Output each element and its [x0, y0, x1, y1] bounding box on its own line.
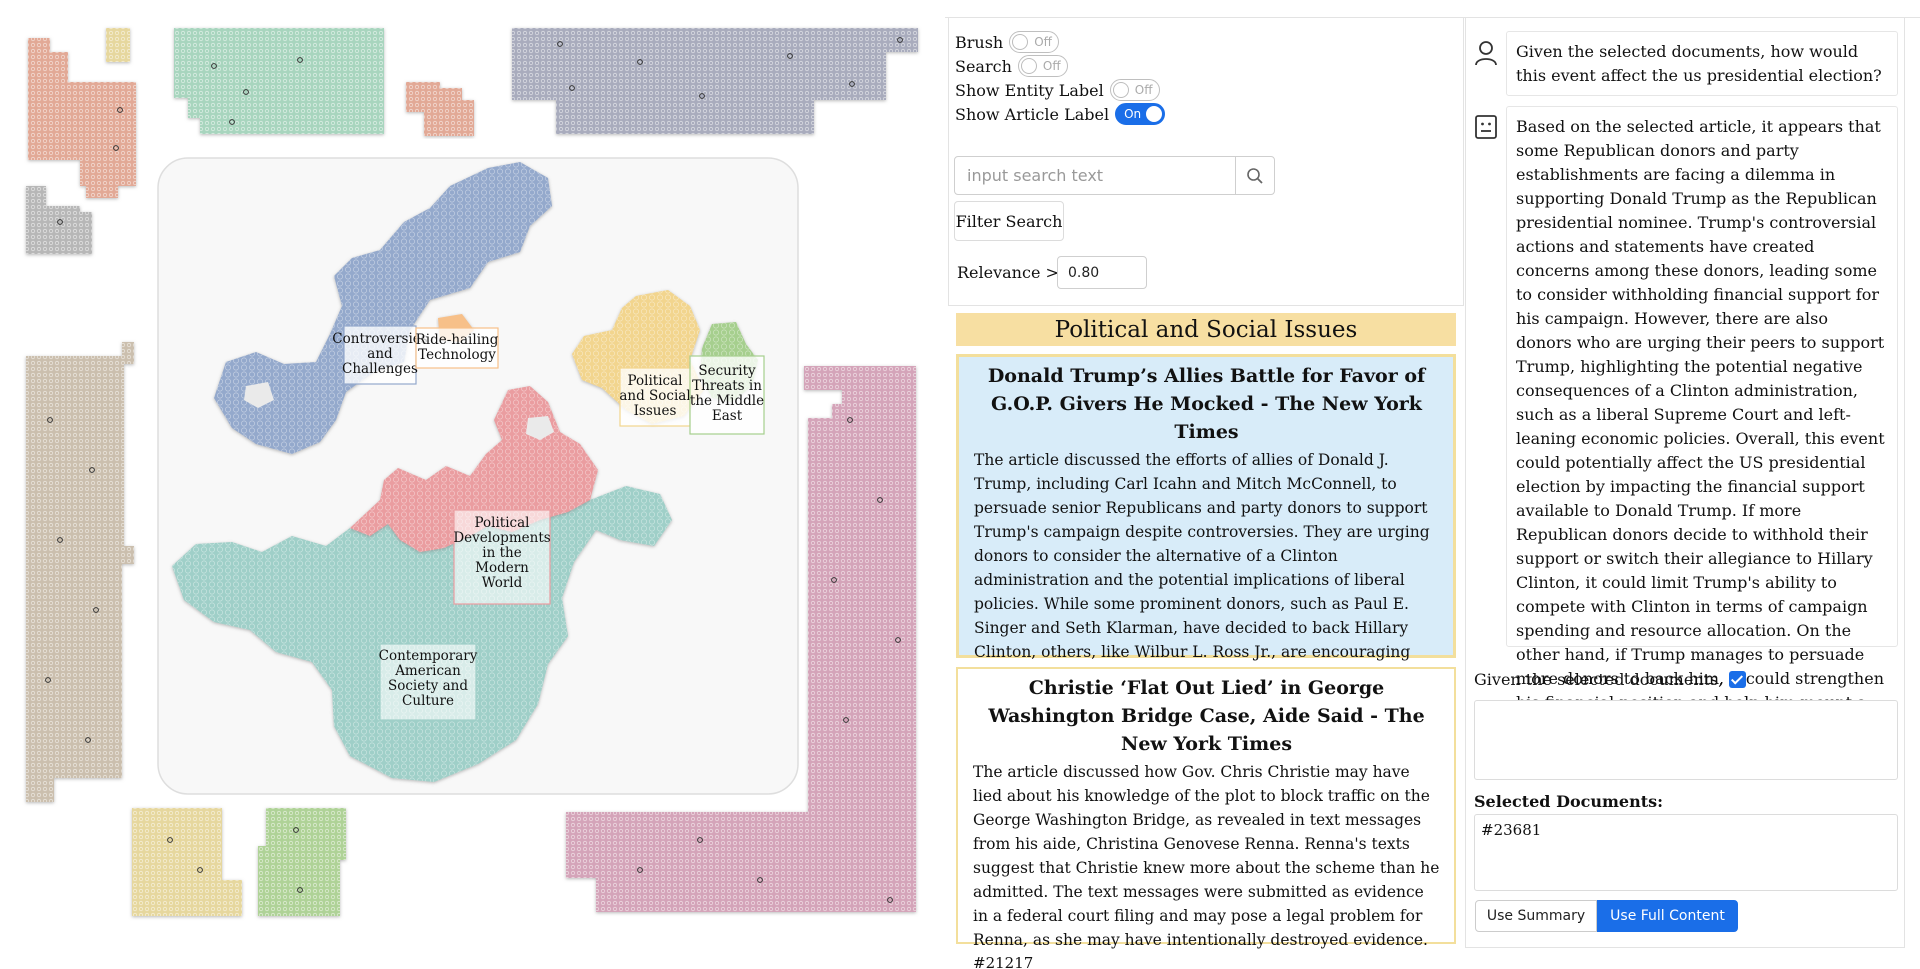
topic-header: Political and Social Issues	[956, 313, 1456, 346]
svg-text:Developments: Developments	[453, 530, 550, 546]
selected-documents-label: Selected Documents:	[1474, 792, 1664, 811]
article-row: Show Article Label On	[955, 102, 1166, 126]
app-root: Controversies and Challenges Ride-hailin…	[0, 0, 1920, 969]
robot-icon	[1475, 115, 1497, 139]
label-controversies: Controversies	[332, 331, 427, 347]
user-question: Given the selected documents, how would …	[1506, 31, 1898, 96]
user-icon	[1475, 41, 1497, 66]
svg-text:in the: in the	[482, 545, 521, 561]
document-card[interactable]: Christie ‘Flat Out Lied’ in George Washi…	[956, 667, 1456, 969]
question-input[interactable]	[1474, 700, 1898, 780]
article-label: Show Article Label	[955, 104, 1110, 124]
use-full-content-button[interactable]: Use Full Content	[1597, 900, 1738, 932]
periphery-cluster-orange-small[interactable]	[406, 82, 474, 136]
relevance-input[interactable]	[1057, 256, 1147, 289]
label-ride-hailing: Ride-hailing	[416, 332, 499, 348]
toggle-knob	[1112, 82, 1129, 98]
document-summary: The article discussed the efforts of all…	[974, 451, 1430, 685]
svg-text:the Middle: the Middle	[690, 393, 764, 409]
brush-label: Brush	[955, 32, 1004, 52]
svg-text:East: East	[712, 408, 743, 424]
label-security: Security	[698, 363, 756, 379]
svg-text:Society and: Society and	[388, 678, 468, 694]
periphery-cluster-yellow[interactable]	[132, 808, 242, 916]
toggle-state: Off	[1042, 59, 1061, 73]
toggle-state: Off	[1134, 83, 1153, 97]
label-political-developments: Political	[475, 515, 530, 531]
entity-row: Show Entity Label Off	[955, 78, 1160, 102]
search-input[interactable]	[954, 156, 1236, 195]
entity-label: Show Entity Label	[955, 80, 1104, 100]
svg-text:and: and	[367, 346, 393, 362]
assistant-answer: Based on the selected article, it appear…	[1506, 106, 1898, 736]
document-title: Donald Trump’s Allies Battle for Favor o…	[987, 365, 1426, 443]
svg-text:Modern: Modern	[475, 560, 529, 576]
relevance-label: Relevance >=	[957, 263, 1073, 282]
periphery-cluster-beige[interactable]	[26, 342, 134, 802]
given-row: Given the selected documents,	[1474, 670, 1747, 689]
given-label: Given the selected documents,	[1474, 670, 1724, 689]
entity-label-toggle[interactable]: Off	[1109, 79, 1160, 101]
search-icon	[1247, 167, 1263, 184]
svg-text:Technology: Technology	[418, 347, 496, 363]
toggle-knob	[1020, 58, 1037, 74]
search-toggle[interactable]: Off	[1017, 55, 1068, 77]
label-political-social: Political	[628, 373, 683, 389]
brush-row: Brush Off	[955, 30, 1060, 54]
toggle-state: Off	[1034, 35, 1052, 49]
svg-text:Culture: Culture	[402, 693, 454, 709]
toggle-state: On	[1124, 107, 1142, 121]
label-contemporary: Contemporary	[379, 648, 478, 664]
svg-text:Threats in: Threats in	[692, 378, 762, 394]
given-checkbox[interactable]	[1729, 671, 1747, 688]
search-row: Search Off	[955, 54, 1068, 78]
svg-text:and Social: and Social	[619, 388, 690, 404]
brush-toggle[interactable]: Off	[1009, 31, 1060, 53]
svg-text:Issues: Issues	[634, 403, 677, 419]
document-summary: The article discussed how Gov. Chris Chr…	[973, 763, 1440, 949]
article-label-toggle[interactable]: On	[1115, 103, 1166, 125]
periphery-cluster-mint[interactable]	[174, 28, 384, 134]
document-id: #21217	[973, 954, 1034, 969]
document-card[interactable]: Donald Trump’s Allies Battle for Favor o…	[956, 354, 1456, 708]
svg-text:American: American	[394, 663, 461, 679]
search-label: Search	[955, 56, 1012, 76]
toggle-knob	[1146, 106, 1163, 122]
topic-hexmap[interactable]: Controversies and Challenges Ride-hailin…	[0, 0, 930, 969]
filter-search-button[interactable]: Filter Search	[954, 201, 1064, 241]
periphery-cluster-slate[interactable]	[512, 28, 918, 134]
document-title: Christie ‘Flat Out Lied’ in George Washi…	[988, 677, 1425, 755]
search-button[interactable]	[1235, 156, 1275, 195]
svg-text:Challenges: Challenges	[342, 361, 418, 377]
toggle-knob	[1012, 34, 1029, 50]
use-summary-button[interactable]: Use Summary	[1475, 900, 1597, 932]
svg-text:World: World	[482, 575, 523, 591]
periphery-cluster-green[interactable]	[258, 808, 346, 916]
control-panel: Brush Off Search Off Show Entity Label O…	[948, 18, 1464, 306]
selected-documents-box[interactable]: #23681	[1474, 814, 1898, 891]
